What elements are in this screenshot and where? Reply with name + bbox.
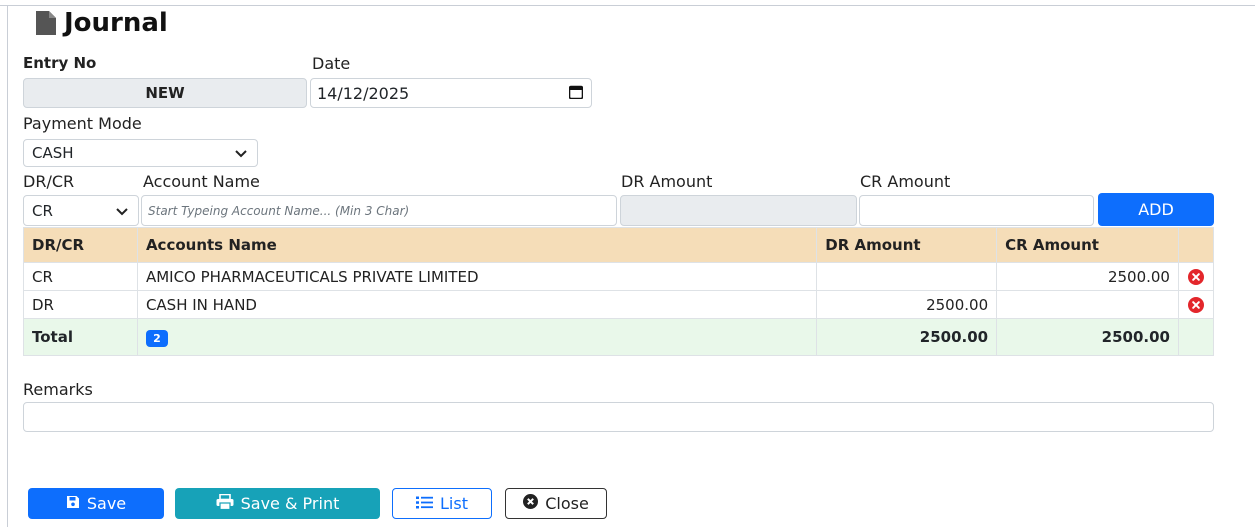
date-label: Date — [312, 54, 351, 73]
payment-mode-label: Payment Mode — [23, 114, 142, 133]
total-action-cell — [1177, 318, 1215, 356]
date-value: 14/12/2025 — [317, 83, 410, 103]
drcr-select-value: CR — [32, 201, 53, 220]
save-print-button[interactable]: Save & Print — [175, 488, 380, 519]
total-row: Total 2 2500.00 2500.00 — [23, 318, 1215, 356]
calendar-icon[interactable] — [568, 84, 584, 103]
page-border-top — [0, 5, 1255, 6]
delete-icon[interactable] — [1187, 297, 1204, 313]
drcr-select[interactable]: CR — [23, 195, 139, 226]
save-print-button-label: Save & Print — [240, 494, 340, 513]
dr-amount-input — [620, 195, 857, 226]
account-name-input[interactable]: Start Typeing Account Name... (Min 3 Cha… — [141, 195, 617, 226]
account-name-label: Account Name — [143, 172, 260, 191]
list-button[interactable]: List — [392, 488, 492, 519]
total-label: Total — [23, 318, 138, 356]
close-circle-icon — [523, 494, 539, 513]
page-title-text: Journal — [64, 8, 168, 38]
entry-no-label: Entry No — [23, 54, 97, 72]
header-dr-amount: DR Amount — [816, 227, 998, 263]
close-button-label: Close — [545, 494, 589, 513]
date-input[interactable]: 14/12/2025 — [310, 78, 592, 108]
file-icon — [36, 11, 56, 35]
chevron-down-icon — [116, 202, 128, 220]
add-button[interactable]: ADD — [1098, 193, 1214, 226]
account-name-placeholder: Start Typeing Account Name... (Min 3 Cha… — [148, 203, 410, 218]
table-row: DR CASH IN HAND 2500.00 — [23, 290, 1215, 319]
printer-icon — [216, 493, 234, 514]
header-action — [1177, 227, 1215, 263]
journal-table: DR/CR Accounts Name DR Amount CR Amount … — [23, 227, 1215, 356]
table-header-row: DR/CR Accounts Name DR Amount CR Amount — [23, 227, 1215, 263]
row-drcr: DR — [23, 290, 138, 319]
close-button[interactable]: Close — [505, 488, 607, 519]
page-title: Journal — [36, 8, 168, 38]
list-icon — [416, 494, 434, 513]
row-cr-amount: 2500.00 — [996, 262, 1179, 291]
payment-mode-value: CASH — [32, 144, 74, 162]
floppy-disk-icon — [66, 494, 80, 513]
delete-icon[interactable] — [1187, 269, 1204, 285]
save-button[interactable]: Save — [28, 488, 164, 519]
list-button-label: List — [440, 494, 468, 513]
dr-amount-label: DR Amount — [621, 172, 713, 191]
table-row: CR AMICO PHARMACEUTICALS PRIVATE LIMITED… — [23, 262, 1215, 291]
row-account: CASH IN HAND — [136, 290, 818, 319]
remarks-label: Remarks — [23, 380, 93, 399]
total-cr-amount: 2500.00 — [996, 318, 1179, 356]
entry-no-value: NEW — [145, 84, 185, 102]
row-dr-amount: 2500.00 — [816, 290, 998, 319]
row-dr-amount — [816, 262, 998, 291]
remarks-input[interactable] — [23, 402, 1214, 432]
page-border-left — [7, 5, 8, 527]
cr-amount-label: CR Amount — [860, 172, 951, 191]
header-cr-amount: CR Amount — [996, 227, 1179, 263]
row-count-badge: 2 — [145, 329, 168, 347]
cr-amount-input[interactable] — [859, 195, 1094, 226]
row-account: AMICO PHARMACEUTICALS PRIVATE LIMITED — [136, 262, 818, 291]
header-account-name: Accounts Name — [136, 227, 818, 263]
chevron-down-icon — [235, 144, 247, 162]
total-dr-amount: 2500.00 — [816, 318, 998, 356]
row-drcr: CR — [23, 262, 138, 291]
payment-mode-select[interactable]: CASH — [23, 139, 258, 167]
entry-no-field: NEW — [23, 78, 307, 108]
row-cr-amount — [996, 290, 1179, 319]
header-drcr: DR/CR — [23, 227, 138, 263]
save-button-label: Save — [86, 494, 127, 513]
drcr-label: DR/CR — [23, 172, 75, 191]
